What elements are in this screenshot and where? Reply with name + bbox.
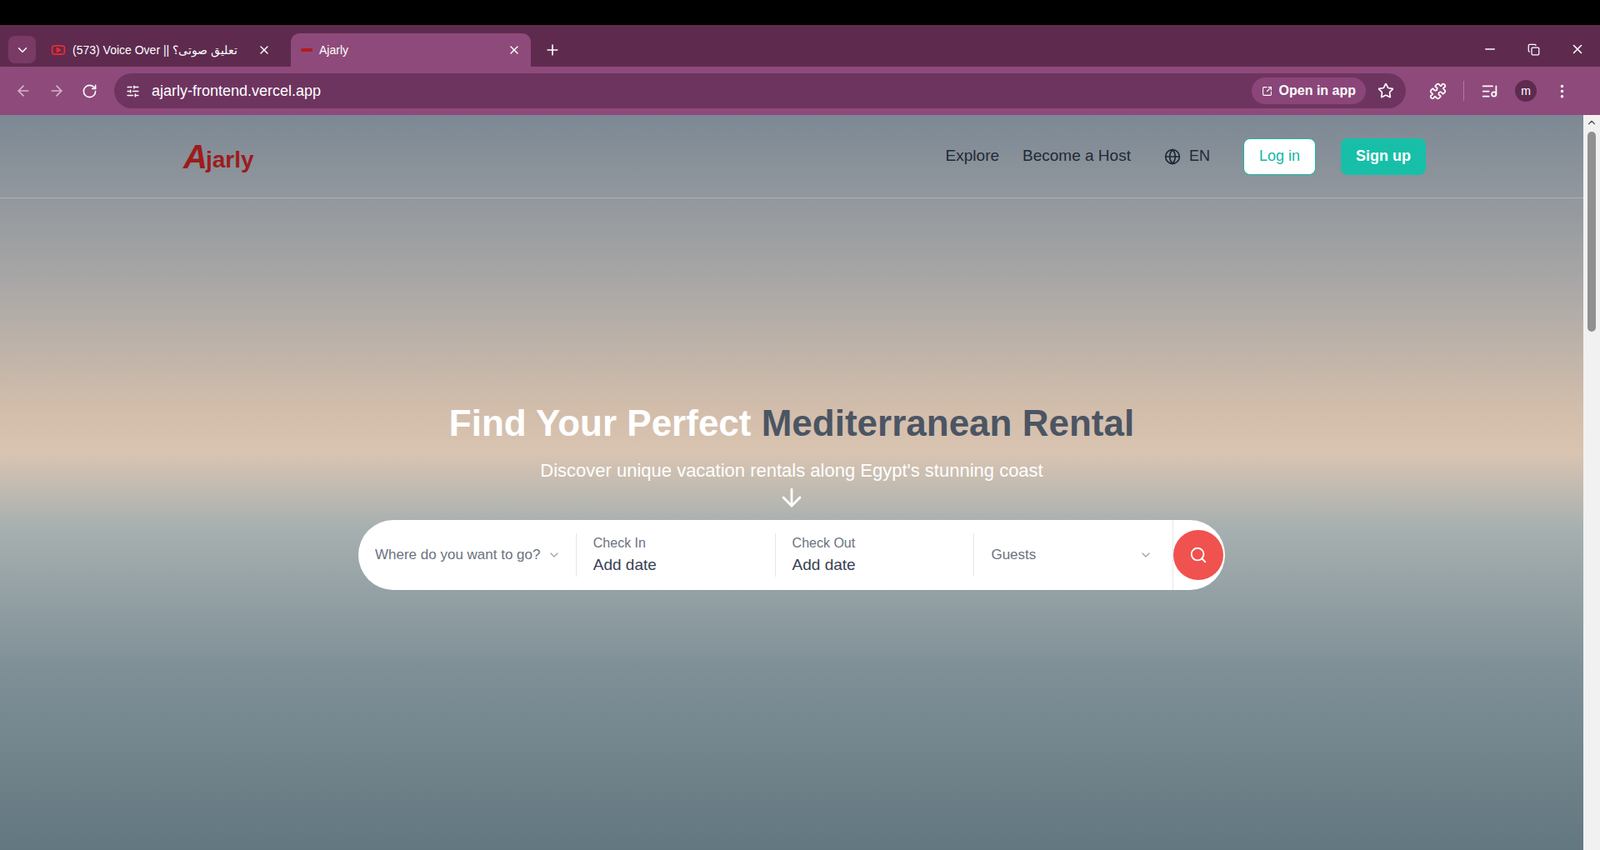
hero-subtitle: Discover unique vacation rentals along E… bbox=[540, 459, 1043, 483]
close-window-icon[interactable] bbox=[1570, 41, 1585, 57]
app-icon bbox=[1261, 85, 1273, 97]
search-divider bbox=[775, 533, 776, 577]
tab-strip: (573) Voice Over || تعليق صوتى؟ Ajarly bbox=[0, 25, 1600, 67]
navbar: Ajarly Explore Become a Host EN Log in Sign u… bbox=[0, 115, 1584, 199]
nav-link[interactable]: Become a Host bbox=[1022, 144, 1131, 169]
tab-label: Ajarly bbox=[319, 41, 501, 60]
chevron-down-icon bbox=[15, 42, 30, 58]
omnibox[interactable]: ajarly-frontend.vercel.app Open in app bbox=[114, 73, 1406, 109]
search-bar: Where do you want to go?Check InAdd date… bbox=[358, 520, 1225, 590]
language-selector[interactable]: EN bbox=[1164, 145, 1210, 168]
url-text: ajarly-frontend.vercel.app bbox=[151, 80, 321, 103]
search-button[interactable] bbox=[1173, 530, 1224, 580]
site-favicon-icon bbox=[300, 48, 313, 52]
back-icon[interactable] bbox=[15, 82, 32, 100]
forward-icon[interactable] bbox=[48, 82, 65, 100]
restore-icon[interactable] bbox=[1527, 43, 1540, 56]
check-out-field[interactable]: Check OutAdd date bbox=[775, 533, 975, 578]
scrollbar-thumb[interactable] bbox=[1587, 131, 1596, 332]
reload-icon[interactable] bbox=[81, 83, 98, 100]
destination-field[interactable]: Where do you want to go? bbox=[375, 544, 576, 566]
profile-avatar[interactable]: m bbox=[1515, 80, 1537, 102]
browser-tab[interactable]: (573) Voice Over || تعليق صوتى؟ bbox=[40, 33, 281, 67]
scrollbar[interactable] bbox=[1583, 115, 1600, 850]
media-icon[interactable] bbox=[1480, 82, 1499, 100]
top-strip bbox=[0, 0, 1600, 25]
nav-link[interactable]: Explore bbox=[945, 144, 1000, 169]
screen: (573) Voice Over || تعليق صوتى؟ Ajarly aja… bbox=[0, 0, 1600, 850]
search-divider bbox=[575, 533, 577, 577]
toolbar: ajarly-frontend.vercel.app Open in app m bbox=[0, 66, 1600, 115]
site-info-icon[interactable] bbox=[125, 84, 140, 99]
guests-field[interactable]: Guests bbox=[974, 544, 1173, 566]
scroll-up-icon[interactable] bbox=[1585, 116, 1598, 129]
tab-search-button[interactable] bbox=[8, 35, 36, 64]
hero: Ajarly Explore Become a Host EN Log in Sign u… bbox=[0, 115, 1584, 850]
logo-text: jarly bbox=[205, 146, 255, 174]
tab-label: (573) Voice Over || تعليق صوتى؟ bbox=[72, 41, 251, 60]
new-tab-icon[interactable] bbox=[544, 41, 561, 59]
open-in-app-chip[interactable]: Open in app bbox=[1251, 77, 1366, 105]
youtube-icon bbox=[50, 42, 66, 58]
check-in-field[interactable]: Check InAdd date bbox=[576, 533, 775, 578]
logo-mark: A bbox=[183, 140, 208, 174]
close-icon[interactable] bbox=[507, 43, 521, 57]
minimize-icon[interactable] bbox=[1482, 41, 1498, 57]
search-divider bbox=[973, 533, 975, 577]
logo[interactable]: Ajarly bbox=[183, 140, 255, 174]
signup-button[interactable]: Sign up bbox=[1340, 138, 1426, 175]
menu-icon[interactable] bbox=[1553, 82, 1571, 100]
globe-icon bbox=[1164, 148, 1181, 165]
arrow-down-icon[interactable] bbox=[777, 483, 806, 512]
extensions-icon[interactable] bbox=[1429, 82, 1447, 100]
search-icon bbox=[1189, 545, 1208, 565]
hero-title: Find Your Perfect Mediterranean Rental bbox=[449, 401, 1135, 445]
bookmark-star-icon[interactable] bbox=[1377, 82, 1395, 100]
browser-tab[interactable]: Ajarly bbox=[290, 33, 531, 67]
viewport: Ajarly Explore Become a Host EN Log in Sign u… bbox=[0, 115, 1600, 850]
chevron-down-icon bbox=[1139, 548, 1153, 562]
login-button[interactable]: Log in bbox=[1243, 138, 1316, 175]
chevron-down-icon bbox=[547, 548, 561, 562]
close-icon[interactable] bbox=[257, 43, 271, 57]
